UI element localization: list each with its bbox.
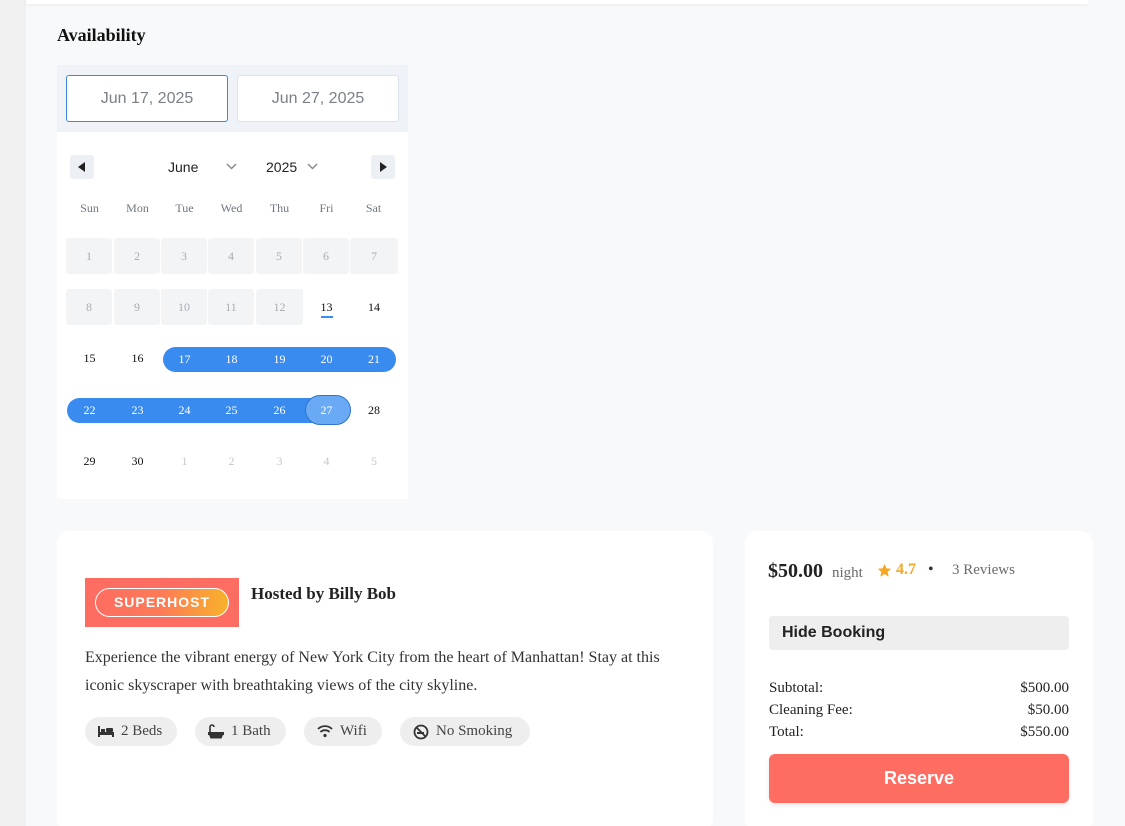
calendar-day-selected[interactable]: 18 (208, 347, 255, 372)
separator-dot: • (928, 561, 934, 578)
weekday-label: Fri (319, 201, 334, 215)
month-select[interactable]: June (168, 155, 237, 179)
start-date-input[interactable]: Jun 17, 2025 (66, 75, 228, 122)
calendar-day-today[interactable]: 13 (303, 289, 350, 325)
chevron-down-icon (307, 163, 318, 170)
availability-title: Availability (57, 25, 146, 45)
superhost-badge-box: SUPERHOST (85, 578, 239, 627)
calendar-day: 4 (208, 238, 254, 274)
calendar-day: 3 (161, 238, 207, 274)
bed-icon (98, 726, 114, 737)
amenity-bath: 1 Bath (195, 717, 286, 746)
weekday-label: Mon (126, 201, 149, 215)
calendar-day: 9 (114, 289, 160, 325)
host-card: SUPERHOST Hosted by Billy Bob Experience… (57, 531, 713, 826)
prev-month-button[interactable] (70, 155, 94, 179)
calendar-day: 2 (114, 238, 160, 274)
calendar-day[interactable]: 28 (350, 392, 398, 428)
star-icon (877, 563, 892, 577)
total-value: $550.00 (1020, 724, 1069, 740)
calendar-day[interactable]: 16 (114, 340, 161, 376)
next-month-button[interactable] (371, 155, 395, 179)
weekday-label: Sat (365, 201, 382, 215)
calendar-day: 5 (256, 238, 302, 274)
top-divider (26, 0, 1089, 4)
calendar-day-selected[interactable]: 24 (161, 398, 208, 423)
calendar-day[interactable]: 15 (66, 340, 113, 376)
subtotal-label: Subtotal: (769, 680, 824, 696)
year-select-value: 2025 (266, 159, 298, 175)
calendar-day-next-month: 1 (181, 454, 188, 468)
date-range-calendar: Jun 17, 2025 Jun 27, 2025 June 2025 Sun … (57, 65, 408, 499)
calendar-day: 12 (256, 289, 303, 325)
total-label: Total: (769, 724, 804, 740)
weekday-label: Sun (80, 201, 99, 215)
caret-left-icon (78, 162, 85, 172)
subtotal-value: $500.00 (1020, 680, 1069, 696)
calendar-day-selected[interactable]: 21 (350, 347, 398, 372)
amenity-label: 1 Bath (231, 723, 271, 739)
calendar-day-selected[interactable]: 25 (208, 398, 255, 423)
date-inputs-bar: Jun 17, 2025 Jun 27, 2025 (57, 65, 408, 132)
amenity-label: 2 Beds (121, 723, 163, 739)
weekday-label: Wed (220, 201, 243, 215)
calendar-day-selected[interactable]: 20 (303, 347, 350, 372)
month-select-value: June (168, 159, 199, 175)
price-unit: night (832, 565, 863, 581)
host-name: Hosted by Billy Bob (251, 584, 397, 603)
reserve-button[interactable]: Reserve (769, 754, 1069, 803)
amenity-no-smoking: No Smoking (400, 717, 530, 746)
calendar-day-selected[interactable]: 19 (256, 347, 303, 372)
amenity-wifi: Wifi (304, 717, 382, 746)
calendar-day-next-month: 4 (323, 454, 330, 468)
bath-icon (208, 724, 224, 739)
calendar-day: 10 (161, 289, 207, 325)
cleaning-fee-label: Cleaning Fee: (769, 702, 853, 718)
year-select[interactable]: 2025 (266, 155, 318, 179)
superhost-badge: SUPERHOST (95, 588, 229, 617)
calendar-day[interactable]: 14 (350, 289, 398, 325)
calendar-day-next-month: 2 (228, 454, 235, 468)
calendar-day-next-month: 3 (276, 454, 283, 468)
calendar-day: 1 (66, 238, 112, 274)
calendar-day: 11 (208, 289, 254, 325)
calendar-day-selected[interactable]: 22 (66, 398, 113, 423)
wifi-icon (317, 725, 333, 738)
listing-description: Experience the vibrant energy of New Yor… (85, 649, 660, 694)
weekday-label: Thu (269, 201, 290, 215)
cleaning-fee-value: $50.00 (1027, 702, 1069, 718)
weekday-label: Tue (175, 201, 194, 215)
calendar-day[interactable]: 29 (66, 443, 113, 479)
calendar-day-selected[interactable]: 17 (161, 347, 208, 372)
chevron-down-icon (226, 163, 237, 170)
calendar-day-selected[interactable]: 23 (114, 398, 161, 423)
today-number: 13 (320, 300, 333, 318)
end-date-input[interactable]: Jun 27, 2025 (237, 75, 399, 122)
calendar-day: 8 (66, 289, 112, 325)
reviews-link[interactable]: 3 Reviews (952, 562, 1015, 579)
caret-right-icon (380, 162, 387, 172)
booking-card: $50.00 night 4.7 • 3 Reviews Hide Bookin… (745, 531, 1093, 826)
calendar-day-range-end[interactable]: 27 (303, 398, 350, 423)
calendar-day[interactable]: 30 (114, 443, 161, 479)
calendar-day-next-month: 5 (371, 454, 377, 468)
amenity-beds: 2 Beds (85, 717, 177, 746)
nightly-price: $50.00 (768, 560, 823, 582)
calendar-day-selected[interactable]: 26 (256, 398, 303, 423)
calendar-day: 6 (303, 238, 349, 274)
hide-booking-button[interactable]: Hide Booking (769, 616, 1069, 650)
no-smoking-icon (413, 724, 429, 740)
amenity-label: Wifi (340, 723, 367, 739)
calendar-day: 7 (350, 238, 398, 274)
rating-value: 4.7 (896, 561, 916, 578)
amenity-label: No Smoking (436, 723, 513, 739)
